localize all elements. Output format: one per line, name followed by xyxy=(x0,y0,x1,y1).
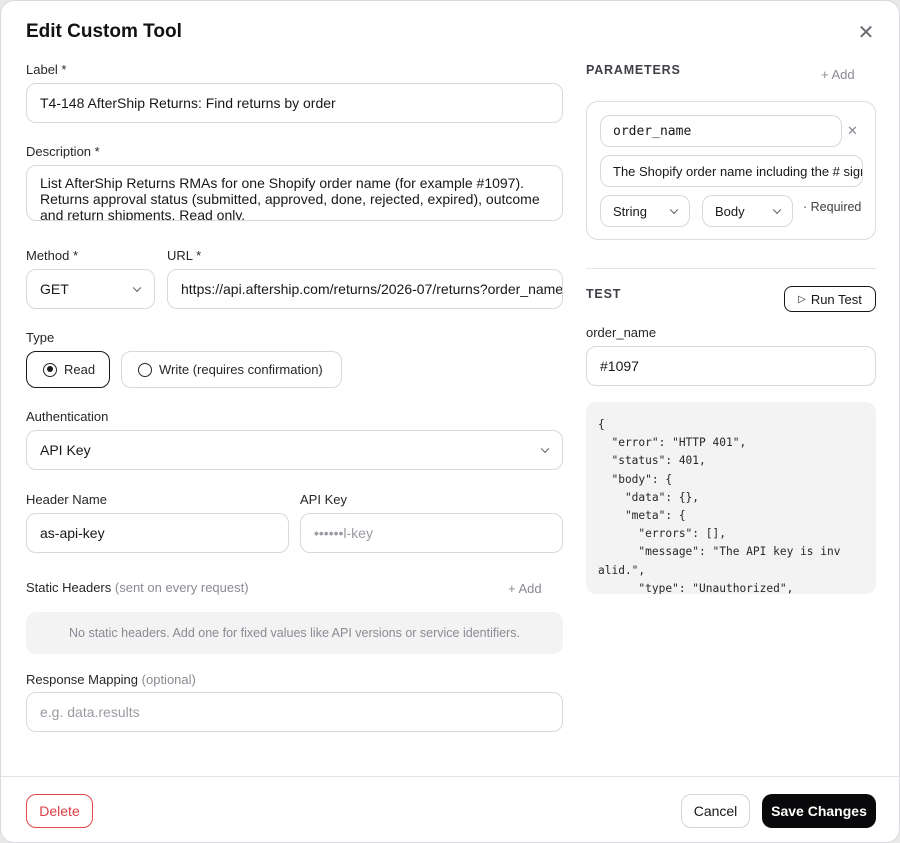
footer-divider xyxy=(1,776,899,777)
parameter-type-value: String xyxy=(613,203,647,219)
save-changes-button[interactable]: Save Changes xyxy=(762,794,876,828)
response-mapping-label: Response Mapping (optional) xyxy=(26,672,196,687)
url-input[interactable]: https://api.aftership.com/returns/2026-0… xyxy=(167,269,563,309)
parameter-location-value: Body xyxy=(715,203,745,219)
type-option-read-label: Read xyxy=(64,362,96,377)
add-parameter-button[interactable]: + Add xyxy=(821,67,855,82)
static-headers-hint: (sent on every request) xyxy=(114,580,249,595)
authentication-value: API Key xyxy=(40,442,91,458)
parameter-description-input[interactable]: The Shopify order name including the # s… xyxy=(600,155,863,187)
method-value: GET xyxy=(40,281,69,297)
play-icon: ▷ xyxy=(798,293,806,305)
run-test-label: Run Test xyxy=(810,291,862,307)
test-output: { "error": "HTTP 401", "status": 401, "b… xyxy=(586,402,876,594)
type-field-label: Type xyxy=(26,330,55,345)
section-divider xyxy=(586,268,876,269)
required-dot-icon: · xyxy=(803,200,808,214)
delete-button[interactable]: Delete xyxy=(26,794,93,828)
parameter-required-toggle[interactable]: · Required xyxy=(803,200,861,214)
type-option-write-label: Write (requires confirmation) xyxy=(159,362,323,377)
static-headers-empty-state: No static headers. Add one for fixed val… xyxy=(26,612,563,654)
cancel-button[interactable]: Cancel xyxy=(681,794,750,828)
api-key-field-label: API Key xyxy=(300,492,347,507)
test-section-title: TEST xyxy=(586,287,622,301)
chevron-down-icon xyxy=(540,444,550,454)
api-key-input[interactable]: ••••••l-key xyxy=(300,513,563,553)
chevron-down-icon xyxy=(669,205,679,215)
add-static-header-button[interactable]: + Add xyxy=(508,581,542,596)
type-option-read[interactable]: Read xyxy=(26,351,110,388)
parameter-type-select[interactable]: String xyxy=(600,195,690,227)
test-order-name-input[interactable]: #1097 xyxy=(586,346,876,386)
parameter-required-label: Required xyxy=(810,200,862,214)
response-mapping-title: Response Mapping xyxy=(26,672,139,687)
response-mapping-input[interactable]: e.g. data.results xyxy=(26,692,563,732)
remove-parameter-icon[interactable]: ✕ xyxy=(847,123,858,139)
response-mapping-hint: (optional) xyxy=(141,672,196,687)
type-option-write[interactable]: Write (requires confirmation) xyxy=(121,351,342,388)
header-name-input[interactable]: as-api-key xyxy=(26,513,289,553)
method-field-label: Method * xyxy=(26,248,79,263)
close-icon[interactable]: ✕ xyxy=(853,21,879,47)
radio-selected-icon xyxy=(43,362,57,377)
edit-custom-tool-dialog: Edit Custom Tool ✕ Label * T4-148 AfterS… xyxy=(0,0,900,843)
method-select[interactable]: GET xyxy=(26,269,155,309)
run-test-button[interactable]: ▷ Run Test xyxy=(784,286,876,312)
radio-unselected-icon xyxy=(138,362,152,377)
static-headers-label: Static Headers (sent on every request) xyxy=(26,580,249,595)
chevron-down-icon xyxy=(132,283,142,293)
parameters-section-title: PARAMETERS xyxy=(586,63,681,77)
url-field-label: URL * xyxy=(167,248,202,263)
label-input[interactable]: T4-148 AfterShip Returns: Find returns b… xyxy=(26,83,563,123)
chevron-down-icon xyxy=(772,205,782,215)
dialog-title: Edit Custom Tool xyxy=(26,21,182,42)
static-headers-title: Static Headers xyxy=(26,580,112,595)
parameter-name-input[interactable]: order_name xyxy=(600,115,842,147)
description-field-label: Description * xyxy=(26,144,100,159)
header-name-field-label: Header Name xyxy=(26,492,107,507)
description-textarea[interactable]: List AfterShip Returns RMAs for one Shop… xyxy=(26,165,563,221)
parameter-location-select[interactable]: Body xyxy=(702,195,793,227)
authentication-field-label: Authentication xyxy=(26,409,109,424)
authentication-select[interactable]: API Key xyxy=(26,430,563,470)
test-input-label: order_name xyxy=(586,325,657,340)
label-field-label: Label * xyxy=(26,62,67,77)
